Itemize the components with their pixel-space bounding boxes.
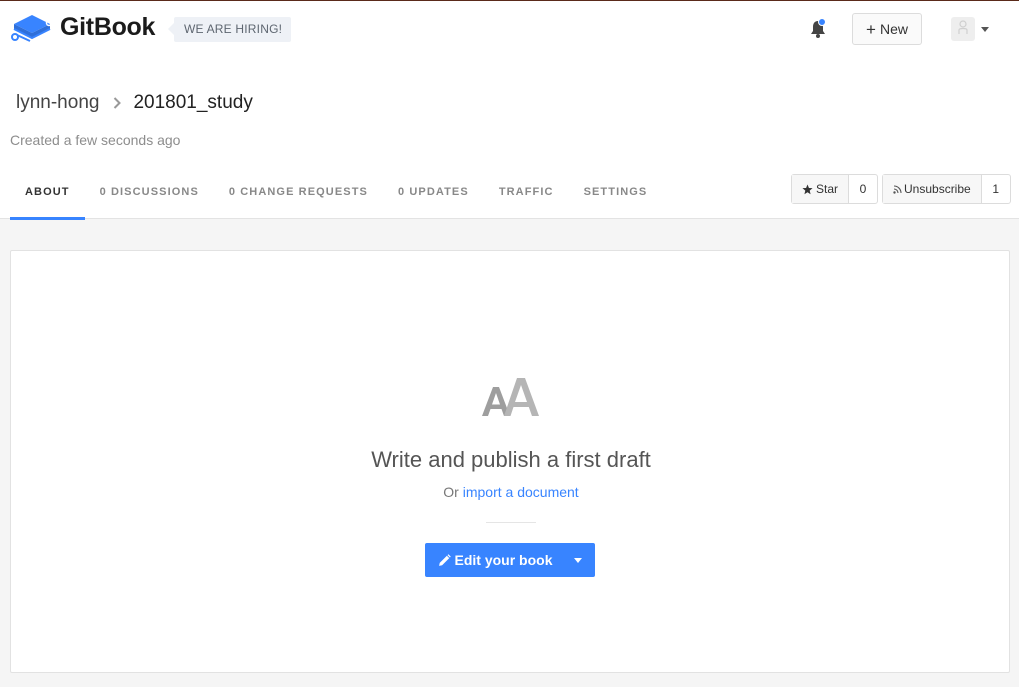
- empty-book-card: Write and publish a first draft Or impor…: [10, 250, 1010, 673]
- divider: [486, 522, 536, 523]
- import-document-link[interactable]: import a document: [463, 484, 579, 500]
- notification-dot: [818, 18, 826, 26]
- subscribe-control: Unsubscribe 1: [882, 174, 1011, 204]
- unsubscribe-label: Unsubscribe: [904, 182, 971, 196]
- top-panel: GitBook WE ARE HIRING! + New lynn-hong 2…: [0, 1, 1019, 220]
- pencil-icon: [438, 553, 455, 567]
- empty-state-title: Write and publish a first draft: [371, 447, 651, 472]
- chevron-right-icon: [113, 97, 122, 109]
- hiring-badge[interactable]: WE ARE HIRING!: [167, 17, 292, 42]
- unsubscribe-button[interactable]: Unsubscribe: [883, 175, 982, 203]
- created-timestamp: Created a few seconds ago: [10, 132, 181, 148]
- plus-icon: +: [866, 19, 876, 39]
- tab-traffic[interactable]: TRAFFIC: [484, 173, 569, 219]
- caret-down-icon[interactable]: [981, 27, 989, 32]
- tab-change-requests[interactable]: 0 CHANGE REQUESTS: [214, 173, 383, 219]
- edit-options-dropdown[interactable]: [561, 543, 595, 577]
- star-icon: [802, 184, 813, 195]
- font-size-icon: [482, 375, 542, 419]
- tab-discussions[interactable]: 0 DISCUSSIONS: [85, 173, 214, 219]
- new-button-label: New: [879, 21, 908, 37]
- new-button[interactable]: + New: [852, 13, 922, 45]
- tab-updates[interactable]: 0 UPDATES: [383, 173, 484, 219]
- gitbook-logo[interactable]: GitBook: [10, 11, 155, 43]
- star-button[interactable]: Star: [792, 175, 850, 203]
- breadcrumb-book[interactable]: 201801_study: [133, 92, 252, 114]
- book-tabs: ABOUT 0 DISCUSSIONS 0 CHANGE REQUESTS 0 …: [10, 173, 663, 220]
- tab-about[interactable]: ABOUT: [10, 173, 85, 220]
- tab-settings[interactable]: SETTINGS: [569, 173, 663, 219]
- subscriber-count[interactable]: 1: [982, 175, 1010, 203]
- rss-icon: [893, 184, 902, 194]
- star-control: Star 0: [791, 174, 879, 204]
- avatar-icon: [957, 19, 969, 40]
- edit-book-button-group: Edit your book: [425, 543, 595, 577]
- breadcrumb-owner[interactable]: lynn-hong: [16, 92, 99, 114]
- edit-book-button[interactable]: Edit your book: [425, 543, 561, 577]
- edit-book-label: Edit your book: [454, 552, 553, 568]
- star-label: Star: [816, 182, 839, 196]
- caret-down-icon: [574, 557, 582, 563]
- brand-name: GitBook: [60, 12, 156, 41]
- gitbook-logo-icon: [10, 11, 52, 43]
- import-line: Or import a document: [11, 484, 1011, 500]
- avatar[interactable]: [951, 17, 975, 41]
- import-prefix: Or: [443, 484, 459, 500]
- breadcrumb: lynn-hong 201801_study: [16, 92, 253, 114]
- star-count[interactable]: 0: [849, 175, 877, 203]
